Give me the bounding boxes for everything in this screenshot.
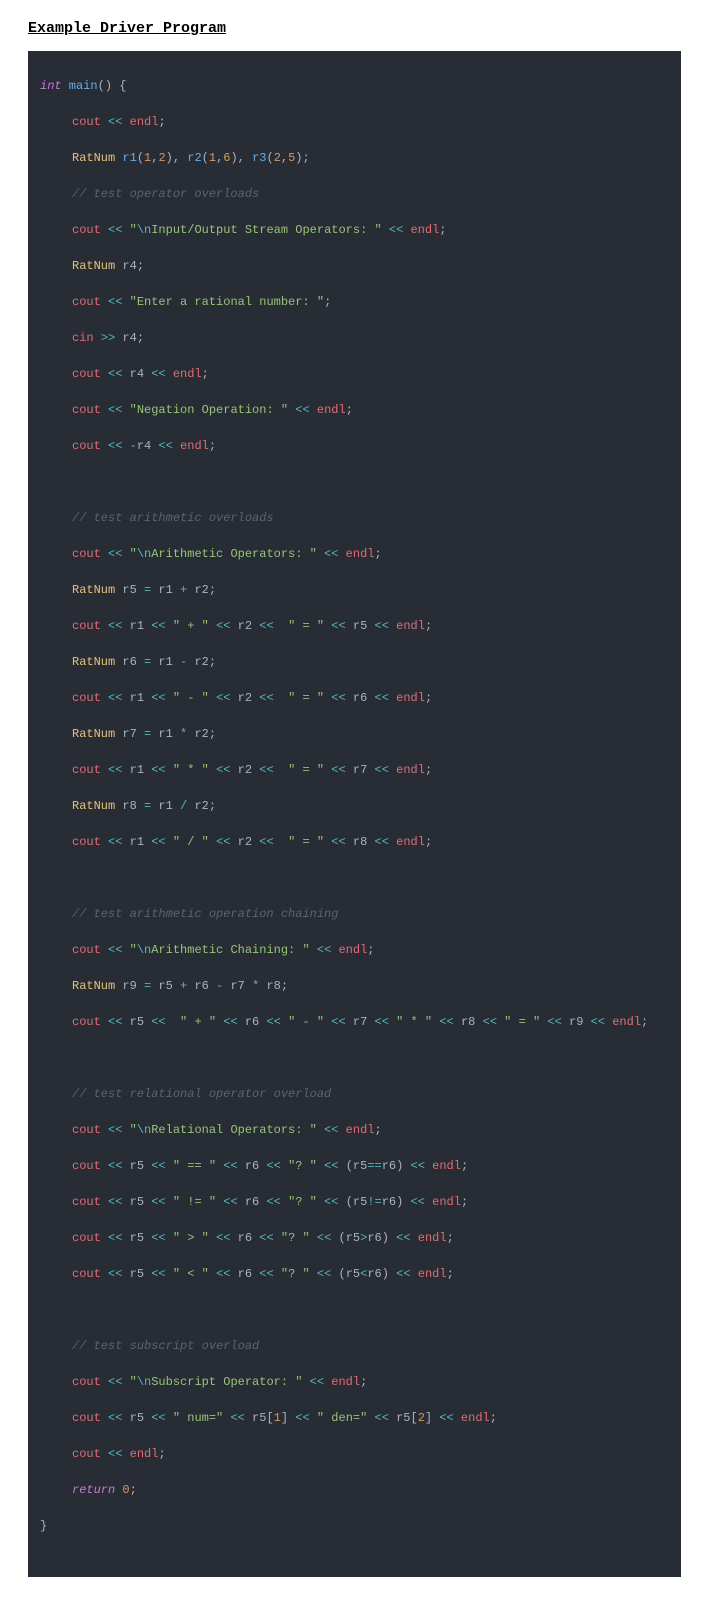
code-line: cout << -r4 << endl; (40, 437, 669, 455)
code-line: cout << r5 << " + " << r6 << " - " << r7… (40, 1013, 669, 1031)
code-line: cout << "\nArithmetic Chaining: " << end… (40, 941, 669, 959)
code-line: RatNum r7 = r1 * r2; (40, 725, 669, 743)
code-line: // test arithmetic overloads (40, 509, 669, 527)
code-line: cout << "\nInput/Output Stream Operators… (40, 221, 669, 239)
code-line: // test arithmetic operation chaining (40, 905, 669, 923)
code-line: // test operator overloads (40, 185, 669, 203)
code-block: int main() { cout << endl; RatNum r1(1,2… (28, 51, 681, 1577)
section-title: Example Driver Program (28, 20, 689, 37)
code-line: cout << r1 << " - " << r2 << " = " << r6… (40, 689, 669, 707)
code-line: cout << endl; (40, 113, 669, 131)
code-line: cout << r5 << " num=" << r5[1] << " den=… (40, 1409, 669, 1427)
code-line: RatNum r6 = r1 - r2; (40, 653, 669, 671)
code-line: RatNum r8 = r1 / r2; (40, 797, 669, 815)
code-line: cout << "Negation Operation: " << endl; (40, 401, 669, 419)
code-line: cout << "\nRelational Operators: " << en… (40, 1121, 669, 1139)
code-line: cout << "Enter a rational number: "; (40, 293, 669, 311)
code-line: RatNum r4; (40, 257, 669, 275)
code-line: cout << "\nArithmetic Operators: " << en… (40, 545, 669, 563)
code-line: cout << r4 << endl; (40, 365, 669, 383)
code-line: cout << endl; (40, 1445, 669, 1463)
code-line: RatNum r5 = r1 + r2; (40, 581, 669, 599)
code-line: cin >> r4; (40, 329, 669, 347)
code-line: cout << r1 << " / " << r2 << " = " << r8… (40, 833, 669, 851)
code-line: } (40, 1517, 669, 1535)
code-line: cout << r1 << " * " << r2 << " = " << r7… (40, 761, 669, 779)
code-line: cout << r5 << " > " << r6 << "? " << (r5… (40, 1229, 669, 1247)
code-line: // test subscript overload (40, 1337, 669, 1355)
code-line: return 0; (40, 1481, 669, 1499)
code-line: // test relational operator overload (40, 1085, 669, 1103)
code-line: int main() { (40, 77, 669, 95)
code-line: RatNum r9 = r5 + r6 - r7 * r8; (40, 977, 669, 995)
code-line: RatNum r1(1,2), r2(1,6), r3(2,5); (40, 149, 669, 167)
code-line: cout << r5 << " != " << r6 << "? " << (r… (40, 1193, 669, 1211)
code-line: cout << r5 << " < " << r6 << "? " << (r5… (40, 1265, 669, 1283)
code-line: cout << r5 << " == " << r6 << "? " << (r… (40, 1157, 669, 1175)
code-line: cout << "\nSubscript Operator: " << endl… (40, 1373, 669, 1391)
code-line: cout << r1 << " + " << r2 << " = " << r5… (40, 617, 669, 635)
